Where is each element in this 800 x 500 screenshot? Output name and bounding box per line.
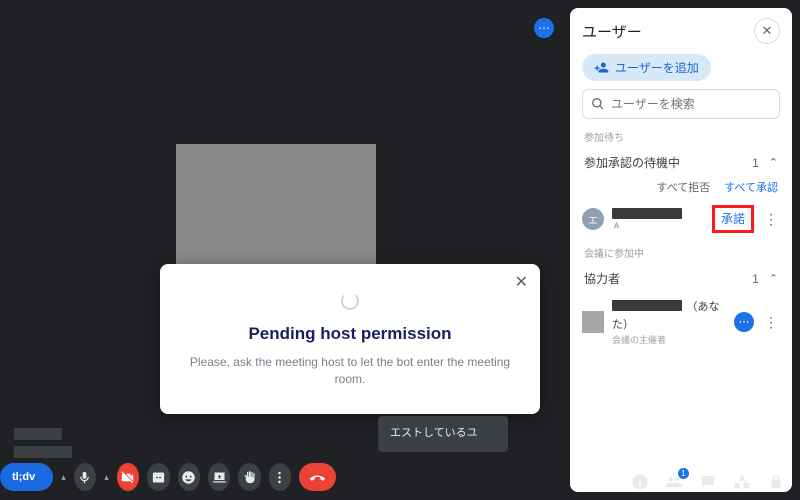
info-button[interactable] — [630, 472, 650, 492]
approve-button[interactable]: 承諾 — [721, 212, 745, 226]
chat-button[interactable] — [698, 472, 718, 492]
reactions-button[interactable] — [178, 463, 200, 491]
panel-close-button[interactable]: ✕ — [754, 18, 780, 44]
info-icon — [631, 473, 649, 491]
people-badge: 1 — [678, 468, 689, 479]
chevron-up-icon: ▴ — [104, 472, 109, 483]
add-user-button[interactable]: ユーザーを追加 — [582, 54, 711, 81]
redacted-name — [612, 208, 682, 219]
present-button[interactable] — [208, 463, 230, 491]
bottom-right-icons: 1 — [630, 472, 786, 492]
contributors-header[interactable]: 協力者 1 ⌃ — [570, 264, 792, 293]
deny-all-button[interactable]: すべて拒否 — [656, 179, 710, 195]
spinner-icon — [341, 292, 359, 310]
shapes-icon — [733, 473, 751, 491]
captions-button[interactable] — [147, 463, 169, 491]
host-controls-button[interactable] — [766, 472, 786, 492]
approve-button-highlight: 承諾 — [712, 205, 754, 233]
allow-all-button[interactable]: すべて承認 — [724, 179, 778, 195]
search-input[interactable] — [611, 97, 771, 111]
hand-icon — [242, 470, 257, 485]
waiting-person-row: エ 承諾 ⋮ — [570, 201, 792, 237]
tldv-label: tl;dv — [12, 471, 35, 483]
pending-permission-dialog: ✕ Pending host permission Please, ask th… — [160, 264, 540, 414]
panel-title: ユーザー — [582, 21, 642, 42]
request-toast: エストしているユ — [378, 416, 508, 452]
hangup-icon — [310, 470, 325, 485]
tldv-button[interactable]: tl;dv — [0, 463, 53, 491]
kebab-icon — [272, 470, 287, 485]
role-label: 会議の主催者 — [612, 333, 726, 346]
waiting-section-label: 参加待ち — [570, 129, 792, 148]
captions-icon — [151, 470, 166, 485]
user-actions-button[interactable]: ⋯ — [734, 312, 754, 332]
mic-button[interactable] — [74, 463, 96, 491]
raise-hand-button[interactable] — [238, 463, 260, 491]
dialog-body: Please, ask the meeting host to let the … — [184, 354, 516, 388]
search-users[interactable] — [582, 89, 780, 119]
users-panel: ユーザー ✕ ユーザーを追加 参加待ち 参加承認の待機中 1 ⌃ すべて拒否 す… — [570, 8, 792, 492]
chevron-up-icon: ▴ — [61, 472, 66, 483]
contributor-row: （あなた） 会議の主催者 ⋯ ⋮ — [570, 293, 792, 350]
name-chip — [14, 446, 72, 458]
chat-icon — [699, 473, 717, 491]
contributors-header-text: 協力者 — [584, 270, 620, 287]
people-button[interactable]: 1 — [664, 472, 684, 492]
mic-icon — [77, 470, 92, 485]
waiting-header[interactable]: 参加承認の待機中 1 ⌃ — [570, 148, 792, 177]
add-user-icon — [594, 60, 609, 75]
video-more-button[interactable]: ⋯ — [534, 18, 554, 38]
avatar — [582, 311, 604, 333]
present-icon — [212, 470, 227, 485]
avatar: エ — [582, 208, 604, 230]
add-user-label: ユーザーを追加 — [615, 59, 699, 76]
chevron-up-icon: ⌃ — [769, 272, 778, 285]
chevron-up-icon: ⌃ — [769, 156, 778, 169]
smile-icon — [181, 470, 196, 485]
search-icon — [591, 97, 605, 111]
activities-button[interactable] — [732, 472, 752, 492]
toast-text: エストしているユ — [390, 427, 478, 439]
leave-call-button[interactable] — [299, 463, 336, 491]
inmeeting-section-label: 会議に参加中 — [570, 245, 792, 264]
row-more-button[interactable]: ⋮ — [762, 315, 780, 329]
row-more-button[interactable]: ⋮ — [762, 212, 780, 226]
more-options-button[interactable] — [269, 463, 291, 491]
waiting-header-text: 参加承認の待機中 — [584, 154, 680, 171]
dialog-close-button[interactable]: ✕ — [515, 272, 528, 292]
lock-icon — [767, 473, 785, 491]
font-icon — [612, 221, 621, 230]
camera-off-button[interactable] — [117, 463, 139, 491]
controls-bar: tl;dv ▴ ▴ — [0, 462, 336, 492]
waiting-count: 1 — [752, 156, 759, 170]
contributors-count: 1 — [752, 272, 759, 286]
camera-off-icon — [120, 470, 135, 485]
name-chip — [14, 428, 62, 440]
dialog-title: Pending host permission — [184, 324, 516, 344]
redacted-name — [612, 300, 682, 311]
